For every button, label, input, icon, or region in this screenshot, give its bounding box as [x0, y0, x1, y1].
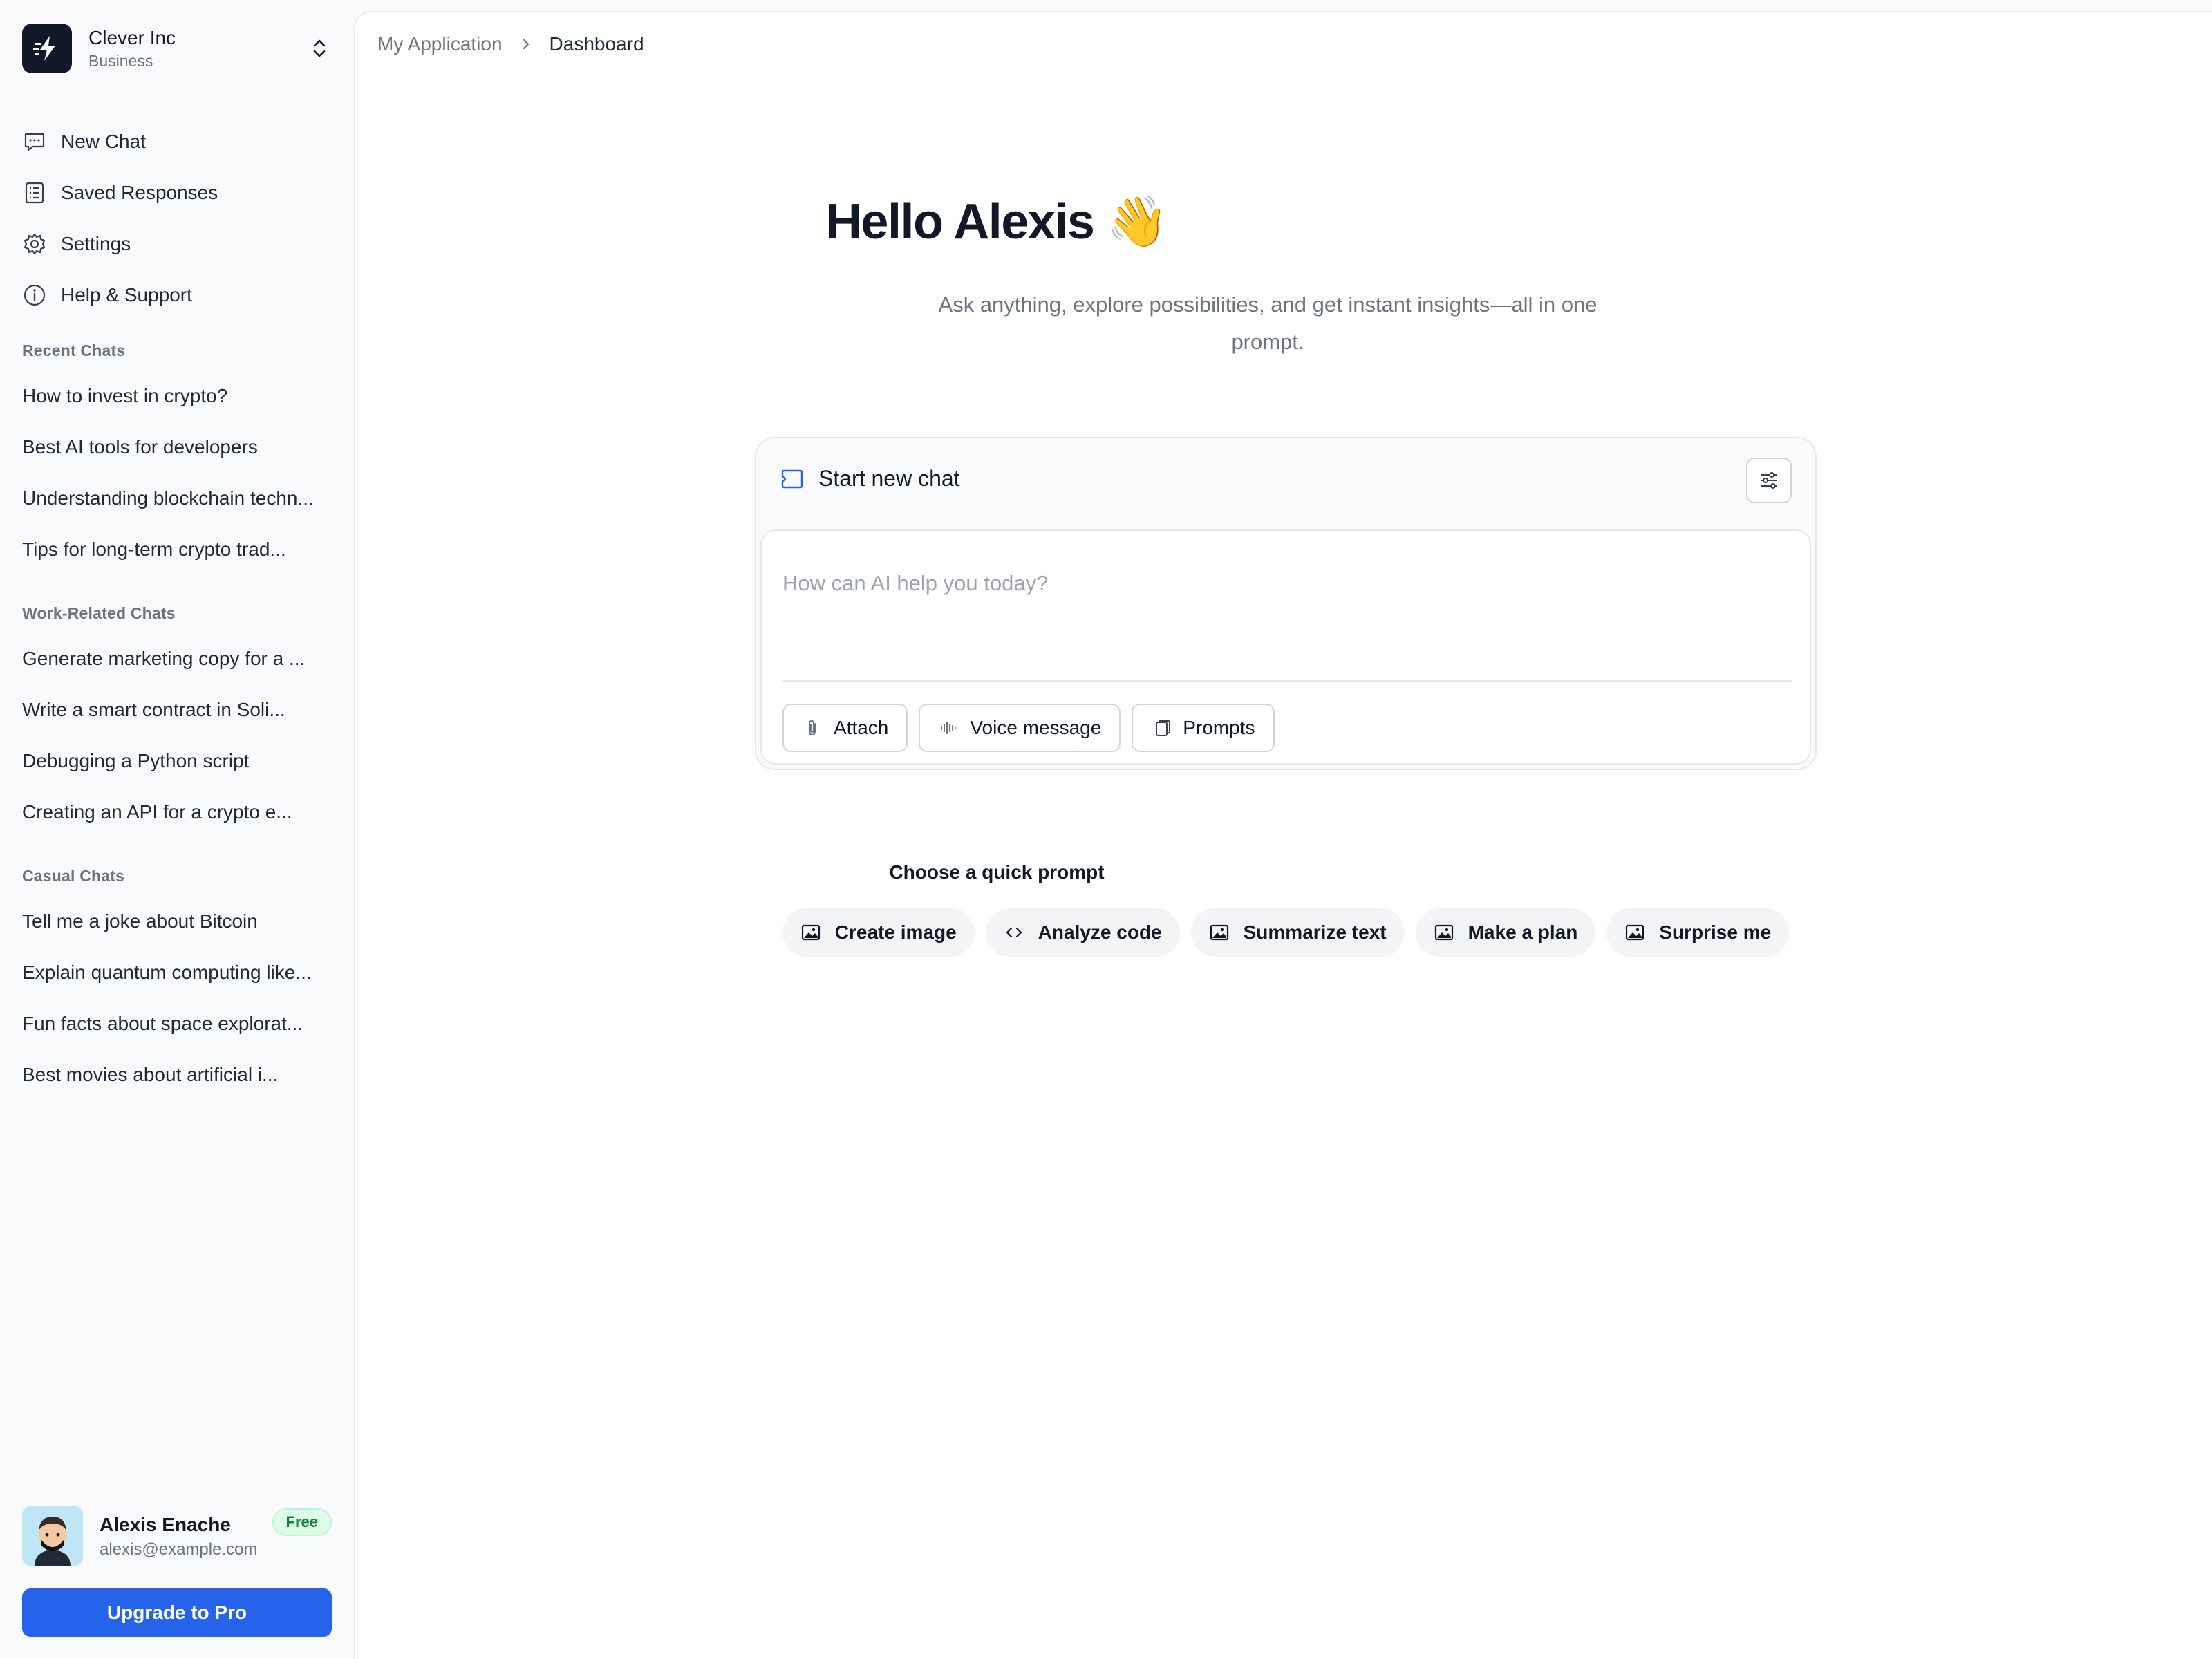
voice-message-label: Voice message [970, 717, 1102, 738]
chip-label: Create image [834, 921, 957, 943]
org-plan: Business [88, 52, 153, 70]
prompt-input[interactable] [782, 556, 1792, 611]
avatar-face-icon [22, 1506, 83, 1566]
image-icon [1209, 922, 1230, 943]
greeting-title: Hello Alexis 👋 [825, 194, 1169, 250]
quick-prompt-label: Choose a quick prompt [889, 861, 1105, 883]
chat-list-item[interactable]: Debugging a Python script [22, 735, 332, 787]
composer-divider [782, 680, 1792, 682]
quick-prompt-make-a-plan[interactable]: Make a plan [1415, 908, 1596, 957]
new-chat-card: Start new chat How can AI help you today… [755, 437, 1817, 770]
org-switcher[interactable]: Clever Inc Business [22, 24, 332, 73]
greeting-subtitle: Ask anything, explore possibilities, and… [938, 292, 1597, 354]
chip-label: Summarize text [1243, 921, 1387, 943]
gear-icon [22, 232, 47, 256]
attach-label: Attach [834, 717, 889, 738]
section-label-recent: Recent Chats [22, 341, 126, 359]
breadcrumb-current: Dashboard [549, 33, 644, 55]
breadcrumb-parent[interactable]: My Application [377, 33, 503, 55]
chat-bubble-icon [781, 469, 803, 488]
chat-list-item[interactable]: Fun facts about space explorat... [22, 998, 332, 1049]
message-square-icon [22, 129, 47, 154]
sidebar: Clever Inc Business New Chat Saved Respo… [0, 0, 354, 1659]
copy-icon [1151, 718, 1172, 738]
prompts-label: Prompts [1183, 717, 1255, 738]
composer-tools: Attach Voice message Prompts [782, 704, 1275, 752]
section-label-work: Work-Related Chats [22, 604, 176, 622]
app-root: Clever Inc Business New Chat Saved Respo… [0, 0, 2212, 1659]
chip-label: Make a plan [1468, 921, 1578, 943]
sidebar-item-label: Settings [61, 233, 131, 254]
main-panel: My Application Dashboard Hello Alexis 👋 … [354, 11, 2212, 1659]
chevrons-up-down-icon[interactable] [307, 36, 332, 61]
bolt-icon [33, 36, 55, 61]
user-email: alexis@example.com [100, 1540, 258, 1559]
section-label-casual: Casual Chats [22, 867, 125, 885]
sidebar-item-settings[interactable]: Settings [22, 218, 332, 270]
user-name: Alexis Enache [100, 1514, 231, 1535]
quick-prompt-list: Create image Analyze code Summarize text… [781, 908, 1790, 957]
plan-badge: Free [272, 1508, 332, 1536]
code-icon [1004, 922, 1024, 943]
chat-list-item[interactable]: Best movies about artificial i... [22, 1049, 332, 1100]
paperclip-icon [802, 718, 823, 738]
sidebar-item-label: Saved Responses [61, 182, 218, 203]
org-name: Clever Inc [88, 27, 176, 48]
chat-list-work: Generate marketing copy for a ... Write … [22, 633, 332, 838]
chat-list-item[interactable]: Explain quantum computing like... [22, 947, 332, 998]
image-icon [800, 922, 821, 943]
user-card[interactable]: Alexis Enache alexis@example.com Free [22, 1504, 332, 1568]
image-icon [1624, 922, 1645, 943]
sidebar-item-label: Help & Support [61, 284, 192, 306]
chat-list-item[interactable]: Creating an API for a crypto e... [22, 787, 332, 838]
org-logo [22, 24, 72, 73]
sidebar-item-help-support[interactable]: Help & Support [22, 270, 332, 321]
chat-list-item[interactable]: Understanding blockchain techn... [22, 473, 332, 524]
sidebar-item-saved-responses[interactable]: Saved Responses [22, 167, 332, 218]
prompts-button[interactable]: Prompts [1132, 704, 1275, 752]
document-list-icon [22, 180, 47, 205]
attach-button[interactable]: Attach [782, 704, 908, 752]
chat-list-recent: How to invest in crypto? Best AI tools f… [22, 371, 332, 575]
upgrade-button[interactable]: Upgrade to Pro [22, 1588, 332, 1637]
chat-list-item[interactable]: How to invest in crypto? [22, 371, 332, 422]
sidebar-item-new-chat[interactable]: New Chat [22, 116, 332, 167]
info-icon [22, 283, 47, 308]
chip-label: Analyze code [1038, 921, 1162, 943]
chat-list-item[interactable]: Generate marketing copy for a ... [22, 633, 332, 684]
chat-list-item[interactable]: Tips for long-term crypto trad... [22, 524, 332, 575]
quick-prompt-create-image[interactable]: Create image [782, 908, 975, 957]
quick-prompt-analyze-code[interactable]: Analyze code [985, 908, 1180, 957]
prompt-composer: Attach Voice message Prompts [760, 529, 1811, 765]
sidebar-nav: New Chat Saved Responses Settings Help &… [22, 116, 332, 321]
quick-prompt-summarize-text[interactable]: Summarize text [1190, 908, 1405, 957]
new-chat-title: Start new chat [818, 466, 960, 491]
chat-list-item[interactable]: Tell me a joke about Bitcoin [22, 896, 332, 947]
new-chat-header: Start new chat [780, 466, 960, 491]
chat-list-item[interactable]: Best AI tools for developers [22, 422, 332, 473]
waveform-icon [938, 718, 959, 738]
avatar [22, 1506, 83, 1566]
breadcrumb: My Application Dashboard [377, 33, 644, 55]
sidebar-item-label: New Chat [61, 131, 146, 152]
chat-list-item[interactable]: Write a smart contract in Soli... [22, 684, 332, 735]
quick-prompt-surprise-me[interactable]: Surprise me [1606, 908, 1790, 957]
chevron-right-icon [519, 37, 533, 51]
image-icon [1434, 922, 1454, 943]
chat-settings-button[interactable] [1746, 458, 1792, 503]
chat-list-casual: Tell me a joke about Bitcoin Explain qua… [22, 896, 332, 1100]
sliders-icon [1761, 472, 1777, 489]
chip-label: Surprise me [1659, 921, 1772, 943]
voice-message-button[interactable]: Voice message [919, 704, 1121, 752]
